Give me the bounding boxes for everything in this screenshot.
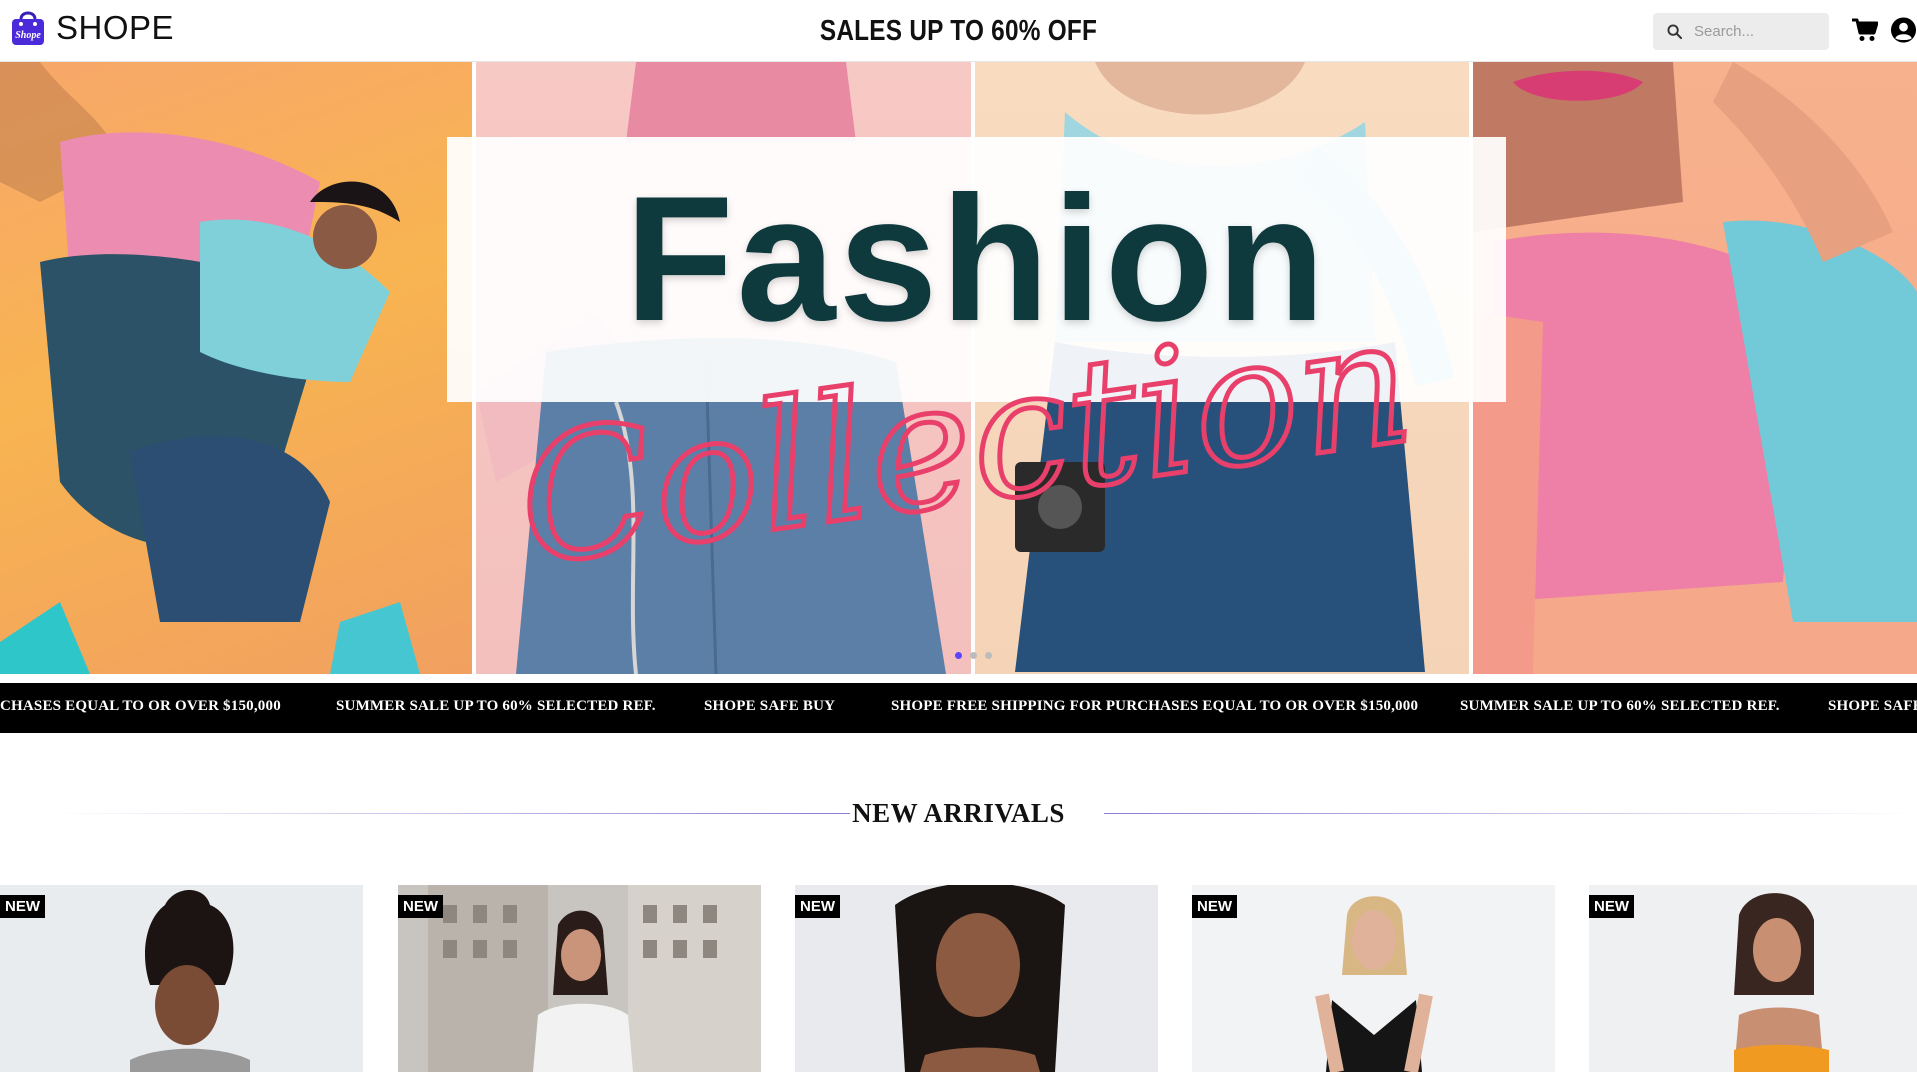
- new-badge: NEW: [795, 895, 840, 918]
- product-card[interactable]: NEW: [1589, 885, 1917, 1072]
- carousel-dot[interactable]: [970, 652, 977, 659]
- product-card[interactable]: NEW: [398, 885, 761, 1072]
- new-badge: NEW: [1589, 895, 1634, 918]
- marquee-item: SHOPE SAFE: [1828, 698, 1917, 714]
- search-box[interactable]: [1653, 13, 1829, 50]
- shopping-bag-logo-icon: Shope: [12, 11, 44, 45]
- product-image: [1192, 885, 1555, 1072]
- product-image: [398, 885, 761, 1072]
- product-image: [0, 885, 363, 1072]
- product-image: [795, 885, 1158, 1072]
- search-input[interactable]: [1692, 22, 1822, 41]
- model-illustration: [0, 62, 420, 674]
- promo-marquee: CHASES EQUAL TO OR OVER $150,000 SUMMER …: [0, 683, 1917, 733]
- product-image: [1589, 885, 1917, 1072]
- search-icon: [1667, 24, 1682, 39]
- section-title: NEW ARRIVALS: [852, 798, 1065, 828]
- new-badge: NEW: [1192, 895, 1237, 918]
- marquee-item: SUMMER SALE UP TO 60% SELECTED REF.: [1460, 698, 1780, 714]
- carousel-indicators: [955, 652, 992, 659]
- hero-carousel[interactable]: Fashion Collection: [0, 62, 1917, 674]
- brand-name: SHOPE: [56, 8, 175, 46]
- model-illustration: [1473, 62, 1917, 674]
- divider: [1104, 813, 1914, 814]
- marquee-item: SHOPE SAFE BUY: [704, 698, 836, 714]
- divider: [50, 813, 850, 814]
- site-header: Shope SHOPE SALES UP TO 60% OFF: [0, 0, 1917, 62]
- product-card[interactable]: NEW: [1192, 885, 1555, 1072]
- new-arrivals-heading: NEW ARRIVALS: [0, 797, 1917, 830]
- cart-icon[interactable]: [1852, 18, 1878, 42]
- promo-banner-text: SALES UP TO 60% OFF: [819, 15, 1098, 47]
- new-badge: NEW: [398, 895, 443, 918]
- new-badge: NEW: [0, 895, 45, 918]
- logo-mark-text: Shope: [15, 30, 41, 41]
- hero-title: Fashion: [624, 159, 1329, 358]
- carousel-dot[interactable]: [985, 652, 992, 659]
- product-card[interactable]: NEW: [795, 885, 1158, 1072]
- marquee-item: SHOPE FREE SHIPPING FOR PURCHASES EQUAL …: [891, 698, 1419, 714]
- brand-logo[interactable]: Shope SHOPE: [10, 8, 174, 46]
- marquee-item: CHASES EQUAL TO OR OVER $150,000: [0, 698, 281, 714]
- product-card[interactable]: NEW: [0, 885, 363, 1072]
- hero-image-panel-1: [0, 62, 472, 674]
- hero-image-panel-4: [1473, 62, 1917, 674]
- carousel-dot[interactable]: [955, 652, 962, 659]
- user-icon[interactable]: [1890, 16, 1917, 44]
- marquee-item: SUMMER SALE UP TO 60% SELECTED REF.: [336, 698, 656, 714]
